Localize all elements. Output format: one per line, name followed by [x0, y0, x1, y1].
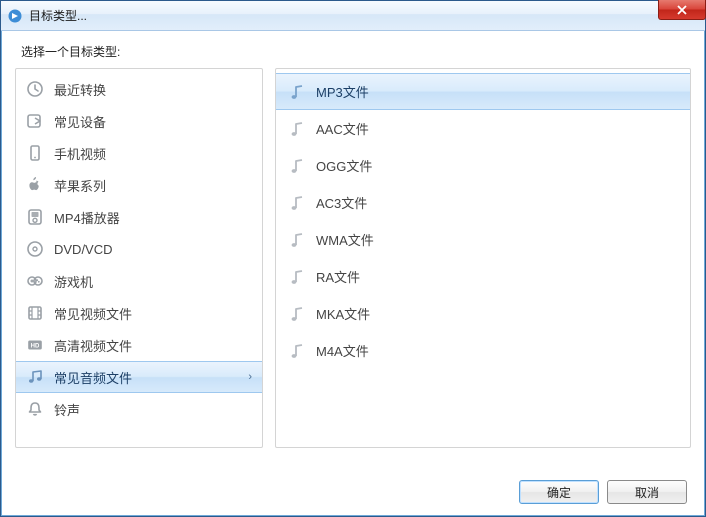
format-panel: MP3文件 AAC文件 OGG文件 AC3文件 WMA文件 RA文件 MKA文件 M4A文件 [275, 68, 691, 448]
music-note-icon [288, 157, 306, 175]
music-note-icon [288, 83, 306, 101]
button-bar: 确定 取消 [15, 468, 691, 516]
instruction-label: 选择一个目标类型: [21, 43, 691, 60]
category-label: 手机视频 [54, 144, 106, 163]
category-item[interactable]: 苹果系列 [16, 169, 262, 201]
gamepad-icon [26, 272, 44, 290]
category-item[interactable]: 最近转换 [16, 73, 262, 105]
category-label: 苹果系列 [54, 176, 106, 195]
music-note-icon [288, 305, 306, 323]
category-item[interactable]: 游戏机 [16, 265, 262, 297]
music-note-icon [288, 194, 306, 212]
category-item[interactable]: DVD/VCD [16, 233, 262, 265]
category-label: 游戏机 [54, 272, 93, 291]
format-label: M4A文件 [316, 341, 369, 360]
category-item[interactable]: 手机视频 [16, 137, 262, 169]
music-icon [26, 368, 44, 386]
bell-icon [26, 400, 44, 418]
music-note-icon [288, 231, 306, 249]
category-label: 常见视频文件 [54, 304, 132, 323]
cancel-button-label: 取消 [635, 484, 659, 501]
category-list: 最近转换常见设备手机视频苹果系列 MP4播放器 DVD/VCD 游戏机常见视频文件高清… [16, 69, 262, 429]
dialog-content: 选择一个目标类型: 最近转换常见设备手机视频苹果系列 MP4播放器 DVD/VCD 游… [1, 31, 705, 516]
panels: 最近转换常见设备手机视频苹果系列 MP4播放器 DVD/VCD 游戏机常见视频文件高清… [15, 68, 691, 468]
category-label: 高清视频文件 [54, 336, 132, 355]
ok-button[interactable]: 确定 [519, 480, 599, 504]
category-label: MP4播放器 [54, 208, 120, 227]
category-item[interactable]: 常见视频文件 [16, 297, 262, 329]
device-out-icon [26, 112, 44, 130]
category-panel: 最近转换常见设备手机视频苹果系列 MP4播放器 DVD/VCD 游戏机常见视频文件高清… [15, 68, 263, 448]
window-title: 目标类型... [29, 7, 87, 24]
format-label: MP3文件 [316, 82, 369, 101]
category-label: 最近转换 [54, 80, 106, 99]
format-item[interactable]: MKA文件 [276, 295, 690, 332]
category-label: 常见设备 [54, 112, 106, 131]
film-icon [26, 304, 44, 322]
format-label: AAC文件 [316, 119, 369, 138]
title-bar: 目标类型... [1, 1, 705, 31]
format-item[interactable]: WMA文件 [276, 221, 690, 258]
format-item[interactable]: OGG文件 [276, 147, 690, 184]
close-icon [677, 5, 687, 15]
disc-icon [26, 240, 44, 258]
format-item[interactable]: AC3文件 [276, 184, 690, 221]
format-list: MP3文件 AAC文件 OGG文件 AC3文件 WMA文件 RA文件 MKA文件 M4A文件 [276, 69, 690, 373]
format-item[interactable]: RA文件 [276, 258, 690, 295]
format-label: MKA文件 [316, 304, 370, 323]
category-item[interactable]: MP4播放器 [16, 201, 262, 233]
category-item[interactable]: 高清视频文件 [16, 329, 262, 361]
player-icon [26, 208, 44, 226]
category-label: 常见音频文件 [54, 368, 132, 387]
music-note-icon [288, 268, 306, 286]
category-label: 铃声 [54, 400, 80, 419]
format-item[interactable]: MP3文件 [276, 73, 690, 110]
phone-icon [26, 144, 44, 162]
app-icon [7, 8, 23, 24]
format-label: WMA文件 [316, 230, 374, 249]
format-label: RA文件 [316, 267, 360, 286]
ok-button-label: 确定 [547, 484, 571, 501]
format-label: OGG文件 [316, 156, 372, 175]
chevron-right-icon: › [248, 371, 252, 383]
format-label: AC3文件 [316, 193, 367, 212]
music-note-icon [288, 342, 306, 360]
cancel-button[interactable]: 取消 [607, 480, 687, 504]
clock-icon [26, 80, 44, 98]
dialog-window: 目标类型... 选择一个目标类型: 最近转换常见设备手机视频苹果系列 MP4播放器… [0, 0, 706, 517]
close-button[interactable] [658, 0, 706, 20]
format-item[interactable]: AAC文件 [276, 110, 690, 147]
category-label: DVD/VCD [54, 242, 113, 257]
category-item[interactable]: 常见设备 [16, 105, 262, 137]
music-note-icon [288, 120, 306, 138]
category-item[interactable]: 铃声 [16, 393, 262, 425]
hd-icon [26, 336, 44, 354]
format-item[interactable]: M4A文件 [276, 332, 690, 369]
apple-icon [26, 176, 44, 194]
category-item[interactable]: 常见音频文件 › [16, 361, 262, 393]
